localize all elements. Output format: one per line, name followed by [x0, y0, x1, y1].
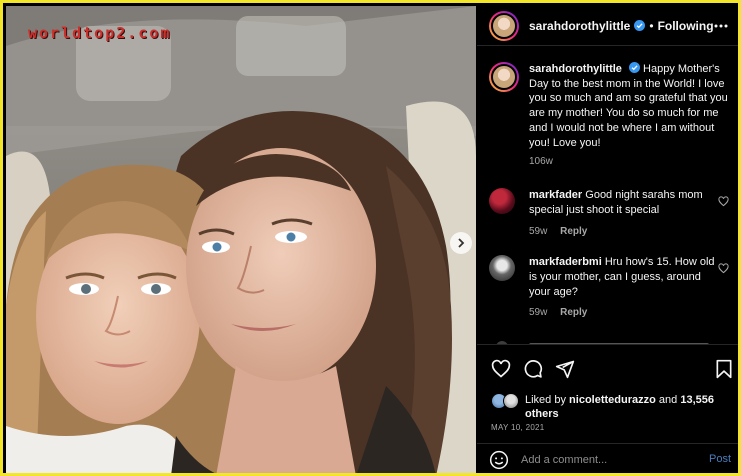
- caption-username[interactable]: sarahdorothylittle: [529, 63, 622, 75]
- caption-text-block: sarahdorothylittle Happy Mother's Day to…: [529, 62, 729, 150]
- likes-prefix: Liked by: [525, 394, 566, 406]
- reply-button[interactable]: Reply: [560, 307, 587, 318]
- comment-item: markfader Good night sarahs mom special …: [489, 188, 733, 237]
- likes-summary: Liked by nicolettedurazzo and 13,556 oth…: [491, 393, 738, 421]
- next-photo-button[interactable]: [450, 232, 472, 254]
- bookmark-icon[interactable]: [715, 359, 733, 379]
- post-side-panel: sarahdorothylittle • Following sarahdoro…: [477, 6, 738, 473]
- more-options-icon[interactable]: [713, 18, 729, 34]
- separator-dot: •: [649, 18, 654, 33]
- comment-timestamp: 59w: [529, 307, 548, 319]
- verified-badge-icon: [628, 62, 640, 73]
- likes-conjunction: and: [658, 394, 678, 406]
- chevron-right-icon: [458, 238, 465, 248]
- likes-count[interactable]: 13,556: [680, 394, 714, 406]
- author-username[interactable]: sarahdorothylittle: [529, 19, 630, 33]
- verified-badge-icon: [634, 20, 646, 31]
- reply-button[interactable]: Reply: [560, 226, 587, 237]
- heart-icon[interactable]: [718, 263, 729, 274]
- post-header: sarahdorothylittle • Following: [477, 6, 738, 46]
- commenter-avatar[interactable]: [489, 188, 515, 214]
- heart-icon[interactable]: [491, 359, 511, 379]
- liker-username[interactable]: nicolettedurazzo: [569, 394, 656, 406]
- share-icon[interactable]: [555, 359, 575, 379]
- commenter-username[interactable]: markfaderbmi: [529, 256, 602, 268]
- likes-text: Liked by nicolettedurazzo and 13,556 oth…: [525, 393, 738, 421]
- post-date[interactable]: MAY 10, 2021: [491, 423, 545, 432]
- following-button[interactable]: Following: [658, 19, 714, 33]
- comment-item: markfaderbmi Hru how's 15. How old is yo…: [489, 255, 733, 318]
- screenshot-frame: worldtop2.com sarahdorothylittle • Follo…: [0, 0, 741, 476]
- selfie-image: [6, 6, 476, 473]
- caption-text: Happy Mother's Day to the best mom in th…: [529, 63, 728, 149]
- post-photo: worldtop2.com: [6, 6, 476, 473]
- caption-avatar[interactable]: [489, 62, 519, 92]
- post-caption: sarahdorothylittle Happy Mother's Day to…: [489, 62, 729, 150]
- heart-icon[interactable]: [718, 196, 729, 207]
- author-avatar[interactable]: [489, 10, 519, 41]
- watermark: worldtop2.com: [28, 24, 172, 42]
- add-comment-bar: Post: [477, 443, 738, 473]
- commenter-avatar[interactable]: [489, 255, 515, 281]
- commenter-username[interactable]: markfader: [529, 189, 582, 201]
- comment-icon[interactable]: [523, 359, 543, 379]
- comment-input[interactable]: [521, 454, 701, 466]
- emoji-icon[interactable]: [489, 450, 509, 470]
- liker-avatars: [491, 393, 521, 409]
- comment-timestamp: 59w: [529, 225, 548, 237]
- likes-others[interactable]: others: [525, 408, 559, 420]
- caption-timestamp: 106w: [529, 156, 553, 167]
- post-comment-button[interactable]: Post: [709, 453, 731, 465]
